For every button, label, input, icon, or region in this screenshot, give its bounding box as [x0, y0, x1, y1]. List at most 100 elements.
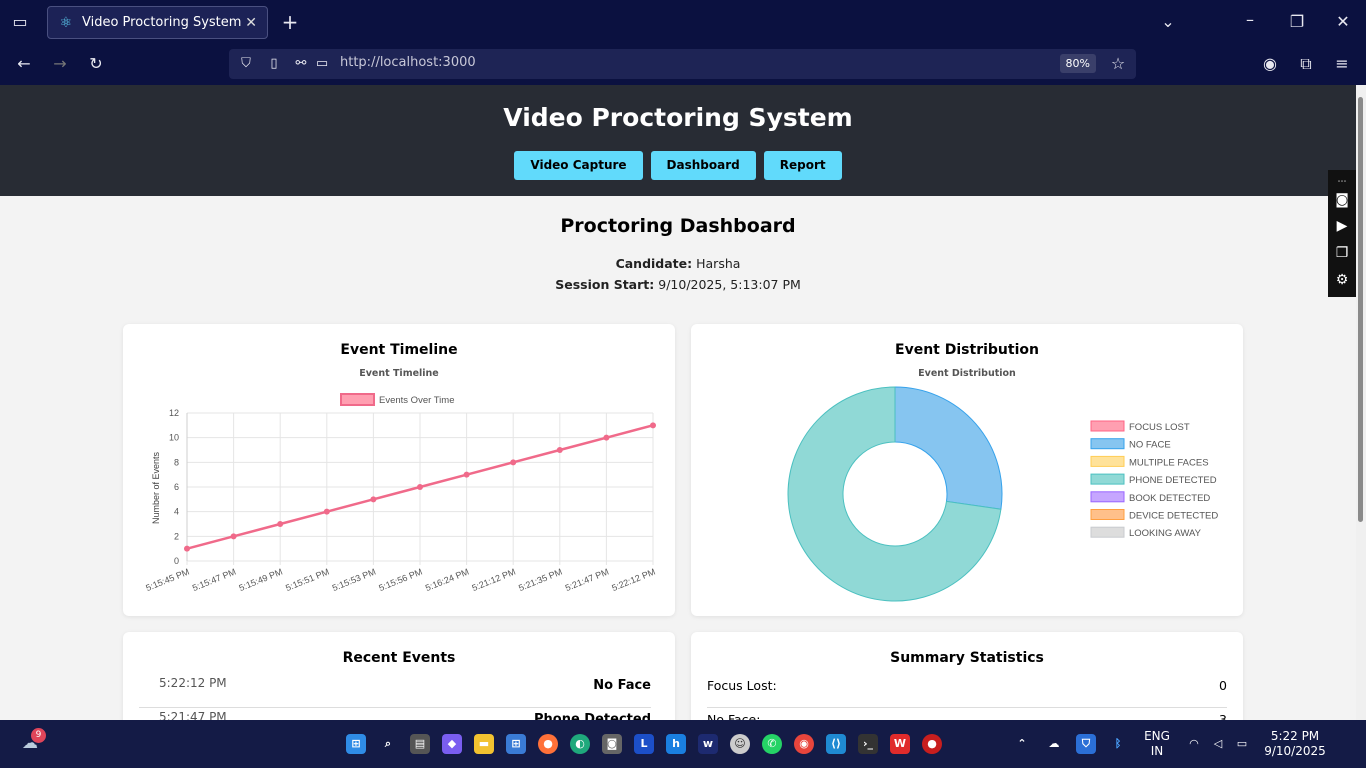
page-scrollbar[interactable]: [1356, 85, 1366, 720]
webex-icon[interactable]: w: [698, 734, 718, 754]
vscode-icon[interactable]: ⟨⟩: [826, 734, 846, 754]
data-point[interactable]: [463, 471, 470, 478]
legend-label[interactable]: MULTIPLE FACES: [1129, 457, 1209, 468]
reload-icon[interactable]: ↻: [84, 54, 108, 74]
legend-label[interactable]: BOOK DETECTED: [1129, 493, 1210, 504]
scroll-thumb[interactable]: [1358, 97, 1363, 522]
session-label: Session Start:: [555, 277, 655, 292]
legend-label[interactable]: DEVICE DETECTED: [1129, 511, 1218, 522]
panel-options-icon[interactable]: ⋯: [1332, 173, 1352, 191]
camera-app-icon[interactable]: ◙: [602, 734, 622, 754]
extensions-icon[interactable]: ⧉: [1294, 54, 1318, 74]
legend-swatch[interactable]: [1090, 455, 1125, 467]
l-app-icon[interactable]: L: [634, 734, 654, 754]
legend-label[interactable]: FOCUS LOST: [1129, 422, 1190, 433]
legend-swatch[interactable]: [1090, 473, 1125, 485]
start-icon[interactable]: ⊞: [346, 734, 366, 754]
tab-list-chevron-icon[interactable]: ⌄: [1156, 12, 1180, 32]
data-point[interactable]: [277, 521, 284, 527]
legend-swatch[interactable]: [1090, 526, 1125, 538]
whatsapp-icon[interactable]: ✆: [762, 734, 782, 754]
data-point[interactable]: [230, 533, 237, 540]
legend-label[interactable]: NO FACE: [1129, 440, 1171, 451]
firefox-icon[interactable]: ●: [538, 734, 558, 754]
timeline-card: Event Timeline Event Timeline Events Ove…: [123, 324, 675, 616]
data-point[interactable]: [603, 434, 610, 441]
legend-label[interactable]: LOOKING AWAY: [1129, 528, 1202, 539]
url-bar[interactable]: ⛉ ▯ ⚯ ▭ http://localhost:3000 80% ☆: [229, 49, 1136, 79]
battery-icon[interactable]: ▭: [1232, 734, 1252, 754]
onedrive-icon[interactable]: ☁: [1044, 734, 1064, 754]
doughnut-chart: FOCUS LOST NO FACE MULTIPLE FACES PHONE DET…: [787, 386, 1218, 602]
browser-tab-strip: ▭ ⚛ Video Proctoring System ✕ + ⌄ – ❐ ✕: [0, 0, 1366, 44]
y-tick-label: 0: [174, 556, 179, 566]
data-point[interactable]: [417, 484, 423, 490]
language-line-2: IN: [1150, 744, 1164, 758]
copilot-icon[interactable]: ◆: [442, 734, 462, 754]
data-point[interactable]: [556, 447, 563, 453]
close-window-icon[interactable]: ✕: [1331, 12, 1355, 32]
bookmark-star-icon[interactable]: ☆: [1106, 54, 1130, 74]
restore-icon[interactable]: ❐: [1285, 12, 1309, 32]
data-point[interactable]: [323, 508, 330, 515]
data-point[interactable]: [650, 422, 656, 429]
windows-taskbar: ☁ 9 ⊞ ⌕ ▤ ◆ ▬ ⊞ ● ◐ ◙ L h w ☺ ✆ ◉ ⟨⟩ ›_ …: [0, 720, 1366, 768]
task-view-icon[interactable]: ▤: [410, 734, 430, 754]
h-app-icon[interactable]: h: [666, 734, 686, 754]
camera-permission-icon[interactable]: ▭: [310, 54, 334, 74]
video-camera-icon[interactable]: ▶: [1332, 217, 1352, 235]
forward-icon[interactable]: →: [48, 54, 72, 74]
browser-tab[interactable]: ⚛ Video Proctoring System ✕: [47, 6, 268, 39]
data-point[interactable]: [510, 459, 517, 466]
language-indicator[interactable]: ENG IN: [1138, 729, 1176, 759]
search-icon[interactable]: ⌕: [378, 734, 398, 754]
legend-swatch[interactable]: [1090, 438, 1125, 450]
legend-swatch[interactable]: [1090, 509, 1125, 520]
camera-icon[interactable]: ◙: [1332, 191, 1352, 209]
video-capture-button[interactable]: Video Capture: [514, 151, 643, 180]
x-tick-label: 5:15:51 PM: [284, 567, 330, 594]
defender-icon[interactable]: ⛉: [1076, 734, 1096, 754]
edge-icon[interactable]: ◐: [570, 734, 590, 754]
legend-swatch[interactable]: [1090, 420, 1125, 432]
recorder-icon[interactable]: ●: [922, 734, 942, 754]
data-point[interactable]: [184, 545, 190, 552]
wifi-icon[interactable]: ◠: [1184, 734, 1204, 754]
pie-slice[interactable]: [894, 386, 1003, 510]
clock[interactable]: 5:22 PM 9/10/2025: [1262, 729, 1328, 759]
stat-label: Focus Lost:: [707, 678, 777, 693]
back-icon[interactable]: ←: [12, 54, 36, 74]
bluetooth-icon[interactable]: ᛒ: [1108, 734, 1128, 754]
legend-label[interactable]: Events Over Time: [379, 395, 455, 406]
legend-swatch[interactable]: [340, 393, 375, 406]
minimize-icon[interactable]: –: [1238, 10, 1262, 30]
url-text[interactable]: http://localhost:3000: [340, 55, 476, 70]
settings-gear-icon[interactable]: ⚙: [1332, 271, 1352, 289]
data-point[interactable]: [370, 496, 377, 503]
volume-icon[interactable]: ◁: [1208, 734, 1228, 754]
legend-swatch[interactable]: [1090, 491, 1125, 503]
terminal-icon[interactable]: ›_: [858, 734, 878, 754]
screens-icon[interactable]: ❐: [1332, 244, 1352, 262]
close-tab-icon[interactable]: ✕: [245, 15, 257, 31]
legend-label[interactable]: PHONE DETECTED: [1129, 475, 1217, 486]
file-explorer-icon[interactable]: ▬: [474, 734, 494, 754]
x-tick-label: 5:21:47 PM: [564, 567, 610, 594]
zoom-badge[interactable]: 80%: [1059, 54, 1096, 73]
y-tick-label: 8: [174, 457, 179, 467]
chart-ticks: 0246810125:15:45 PM 5:15:47 PM 5:15:49 PM 5…: [144, 408, 656, 593]
new-tab-icon[interactable]: +: [278, 12, 302, 32]
tray-chevron-icon[interactable]: ⌃: [1012, 734, 1032, 754]
account-icon[interactable]: ◉: [1258, 54, 1282, 74]
dashboard-button[interactable]: Dashboard: [650, 151, 756, 180]
wps-icon[interactable]: W: [890, 734, 910, 754]
chat-app-icon[interactable]: ☺: [730, 734, 750, 754]
menu-icon[interactable]: ≡: [1330, 54, 1354, 74]
report-button[interactable]: Report: [763, 151, 842, 180]
event-time: 5:21:47 PM: [159, 710, 227, 720]
tab-manager-icon[interactable]: ▭: [8, 12, 32, 32]
summary-card: Summary Statistics Focus Lost: 0 No Face…: [691, 632, 1243, 720]
chrome-icon[interactable]: ◉: [794, 734, 814, 754]
store-icon[interactable]: ⊞: [506, 734, 526, 754]
browser-nav-bar: ← → ↻ ⛉ ▯ ⚯ ▭ http://localhost:3000 80% …: [0, 44, 1366, 85]
